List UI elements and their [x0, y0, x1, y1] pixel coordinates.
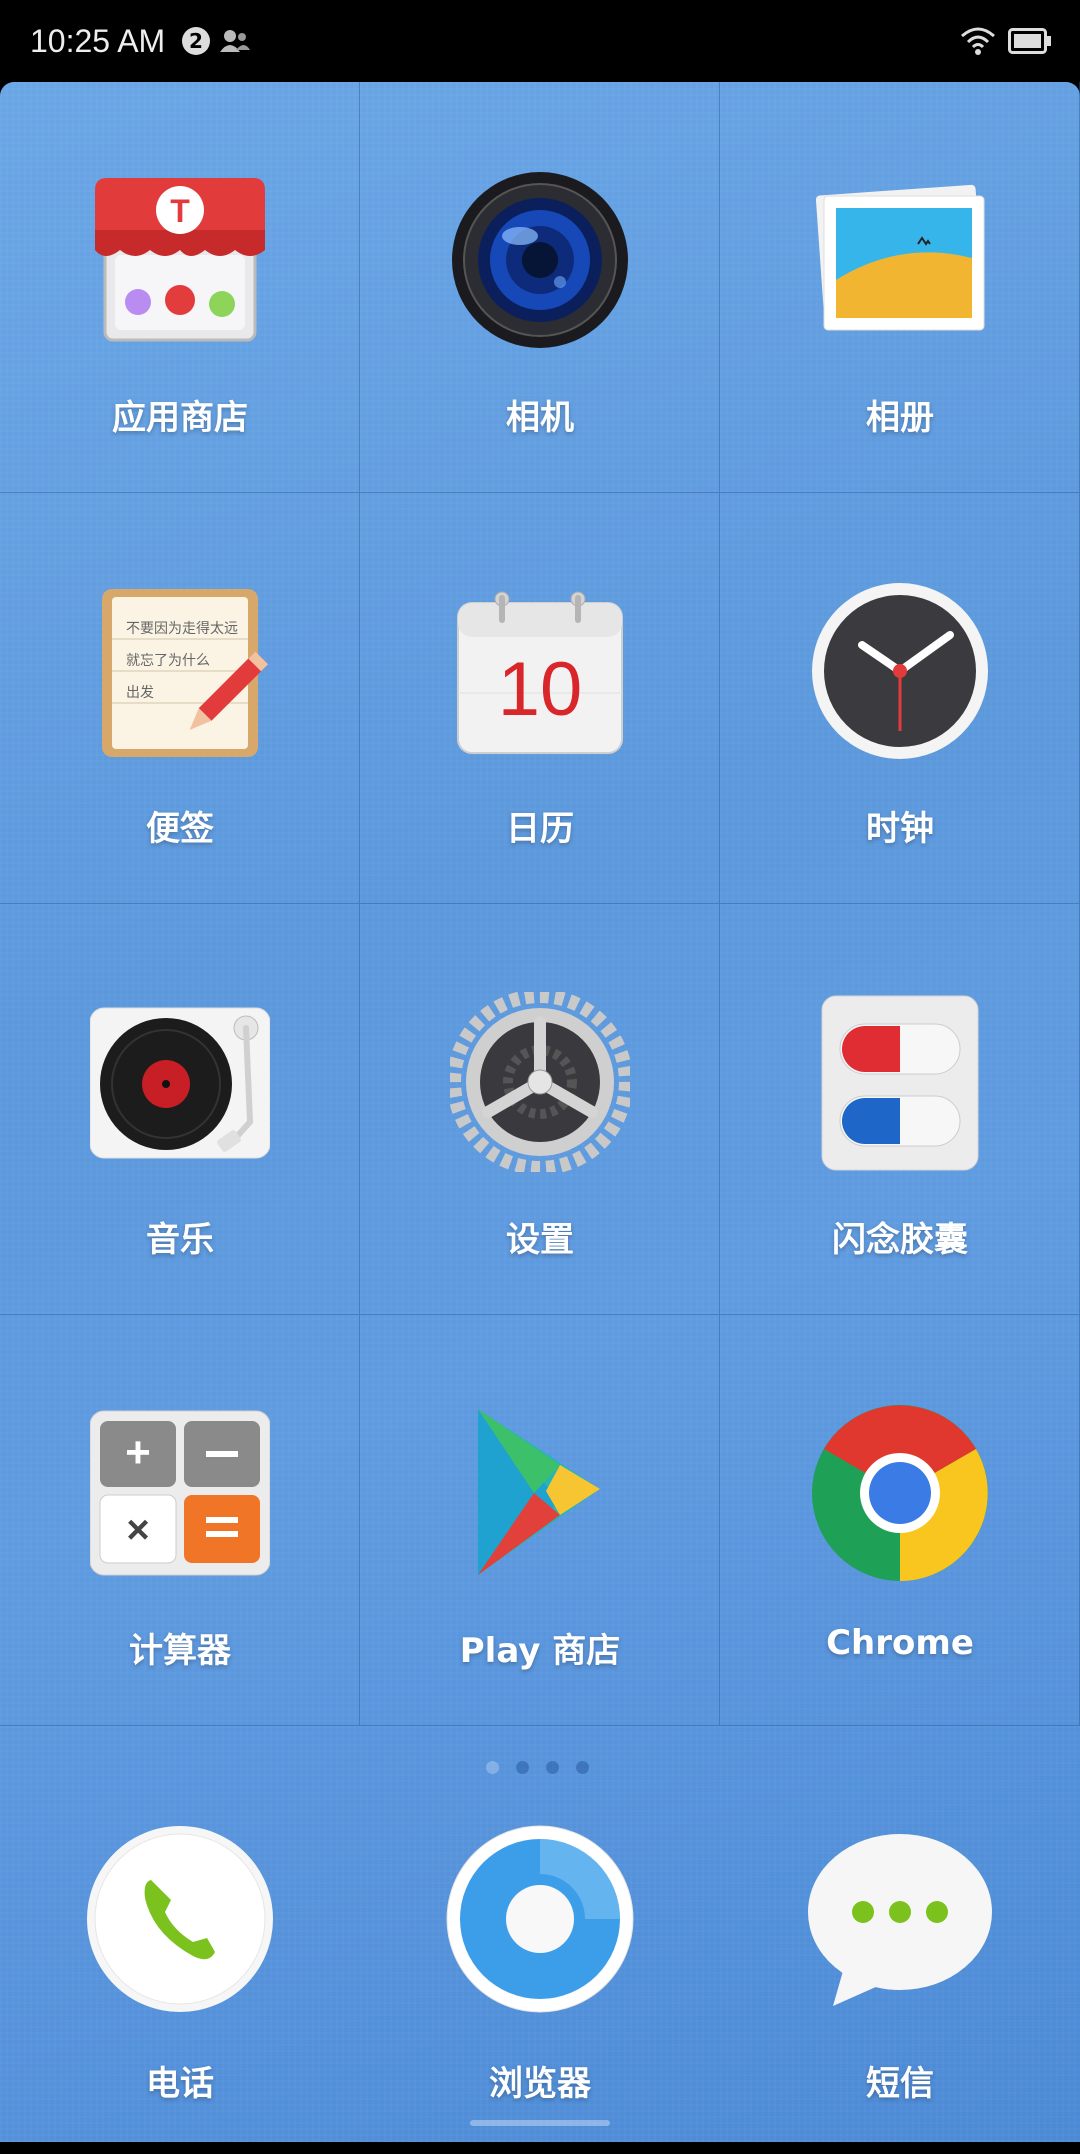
app-label: 闪念胶囊: [832, 1220, 968, 1260]
app-tile-calculator[interactable]: + × 计算器: [0, 1315, 360, 1726]
app-label: 相册: [866, 398, 934, 438]
calendar-date: 10: [498, 647, 583, 732]
gallery-icon: [815, 184, 985, 331]
app-tile-app-store[interactable]: T 应用商店: [0, 82, 360, 493]
page-indicator: [486, 1759, 606, 1775]
status-time: 10:25 AM: [30, 23, 166, 59]
dock-label: 电话: [146, 2064, 214, 2104]
svg-text:+: +: [125, 1428, 151, 1477]
page-dot[interactable]: [516, 1761, 529, 1774]
app-tile-settings[interactable]: 设置: [360, 904, 720, 1315]
app-tile-camera[interactable]: 相机: [360, 82, 720, 493]
messages-icon: [808, 1834, 992, 2006]
app-label: 计算器: [129, 1631, 231, 1671]
notes-line: 就忘了为什么: [126, 653, 210, 669]
phone-icon: [87, 1826, 273, 2012]
app-tile-notes[interactable]: 不要因为走得太远 就忘了为什么 出发 便签: [0, 493, 360, 904]
app-tile-play-store[interactable]: Play 商店: [360, 1315, 720, 1726]
app-label: Chrome: [826, 1623, 974, 1663]
app-tile-capsule[interactable]: 闪念胶囊: [720, 904, 1080, 1315]
home-screen: T 应用商店 相机 相册 不要因为走得太远 就忘了为什么 出发 便签 10 日历…: [0, 82, 1080, 2142]
dock-phone[interactable]: 电话: [0, 1824, 360, 2154]
user-icon: [220, 30, 250, 52]
page-dot[interactable]: [546, 1761, 559, 1774]
app-label: 时钟: [866, 809, 934, 849]
dock-label: 短信: [866, 2064, 934, 2104]
svg-text:×: ×: [126, 1508, 149, 1552]
svg-text:T: T: [170, 193, 190, 229]
notes-line: 出发: [126, 685, 154, 701]
wifi-icon: [961, 27, 995, 55]
app-label: Play 商店: [459, 1631, 621, 1671]
capsule-icon: [821, 995, 979, 1171]
calendar-icon: 10: [457, 591, 623, 754]
notification-count: 2: [189, 29, 203, 53]
play-store-icon: [478, 1409, 600, 1575]
dock-messages[interactable]: 短信: [720, 1824, 1080, 2154]
app-label: 音乐: [146, 1220, 214, 1260]
status-bar: 10:25 AM 2: [0, 0, 1080, 82]
app-label: 便签: [146, 809, 214, 849]
notes-line: 不要因为走得太远: [126, 620, 238, 637]
app-store-icon: T: [95, 178, 265, 342]
app-label: 日历: [506, 809, 574, 849]
calculator-icon: + ×: [90, 1410, 270, 1576]
chrome-icon: [812, 1405, 988, 1581]
app-tile-clock[interactable]: 时钟: [720, 493, 1080, 904]
camera-icon: [452, 172, 628, 348]
notes-icon: 不要因为走得太远 就忘了为什么 出发: [102, 589, 269, 757]
home-indicator[interactable]: [470, 2120, 610, 2126]
app-tile-gallery[interactable]: 相册: [720, 82, 1080, 493]
browser-icon: [446, 1825, 634, 2013]
settings-gear-icon: [450, 992, 630, 1172]
page-dot[interactable]: [576, 1761, 589, 1774]
clock-icon: [812, 583, 988, 759]
notification-count-icon: 2: [182, 27, 210, 55]
app-label: 设置: [506, 1220, 574, 1260]
app-label: 相机: [506, 398, 574, 438]
page-dot[interactable]: [486, 1761, 499, 1774]
app-grid: T 应用商店 相机 相册 不要因为走得太远 就忘了为什么 出发 便签 10 日历…: [0, 82, 1080, 1727]
app-tile-music[interactable]: 音乐: [0, 904, 360, 1315]
battery-icon: [1008, 28, 1051, 54]
music-icon: [90, 1007, 270, 1159]
app-tile-calendar[interactable]: 10 日历: [360, 493, 720, 904]
app-tile-chrome[interactable]: Chrome: [720, 1315, 1080, 1726]
app-label: 应用商店: [112, 398, 248, 438]
dock-label: 浏览器: [489, 2064, 591, 2104]
dock-browser[interactable]: 浏览器: [360, 1824, 720, 2154]
